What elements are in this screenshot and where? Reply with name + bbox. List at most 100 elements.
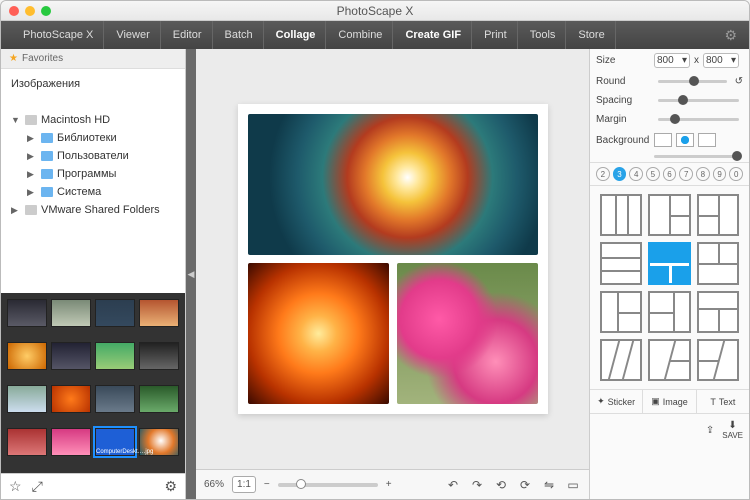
thumbnail[interactable]: [51, 342, 91, 370]
layout-option[interactable]: [600, 339, 642, 381]
layout-option[interactable]: [600, 291, 642, 333]
slider-handle[interactable]: [732, 151, 742, 161]
rotate-right-icon[interactable]: ⟳: [517, 477, 533, 493]
image-button[interactable]: ▣Image: [643, 390, 696, 413]
flip-horizontal-icon[interactable]: ⇋: [541, 477, 557, 493]
collage-canvas[interactable]: [238, 104, 548, 414]
disclosure-right-icon[interactable]: ▶: [27, 187, 37, 198]
tab-photoscapex[interactable]: PhotoScape X: [13, 21, 104, 49]
exit-fullscreen-icon[interactable]: ⤢: [32, 478, 43, 495]
panel-collapse-handle[interactable]: ◀: [186, 49, 196, 499]
minimize-window-button[interactable]: [25, 6, 35, 16]
thumbnail[interactable]: [139, 342, 179, 370]
bg-gradient-swatch[interactable]: [676, 133, 694, 147]
opacity-slider[interactable]: [654, 155, 739, 158]
page-6[interactable]: 6: [663, 167, 677, 181]
collage-cell-1[interactable]: [248, 114, 538, 255]
tab-store[interactable]: Store: [568, 21, 615, 49]
layout-option[interactable]: [648, 291, 690, 333]
tab-collage[interactable]: Collage: [266, 21, 327, 49]
close-window-button[interactable]: [9, 6, 19, 16]
clear-icon[interactable]: ▭: [565, 477, 581, 493]
zoom-1to1-button[interactable]: 1:1: [232, 476, 256, 493]
thumbnail[interactable]: [95, 385, 135, 413]
zoom-window-button[interactable]: [41, 6, 51, 16]
layout-option-selected[interactable]: [648, 242, 690, 284]
tab-viewer[interactable]: Viewer: [106, 21, 160, 49]
tab-tools[interactable]: Tools: [520, 21, 567, 49]
tab-combine[interactable]: Combine: [328, 21, 393, 49]
page-0[interactable]: 0: [729, 167, 743, 181]
page-9[interactable]: 9: [713, 167, 727, 181]
disclosure-right-icon[interactable]: ▶: [27, 151, 37, 162]
page-3[interactable]: 3: [613, 167, 627, 181]
share-icon[interactable]: ⇪: [706, 425, 714, 436]
width-input[interactable]: 800▾: [654, 53, 690, 68]
zoom-slider[interactable]: [278, 483, 378, 487]
bg-color-swatch[interactable]: [654, 133, 672, 147]
gear-icon[interactable]: ⚙: [164, 478, 177, 495]
margin-slider[interactable]: [658, 118, 739, 121]
tree-item-users[interactable]: ▶Пользователи: [5, 147, 181, 165]
page-5[interactable]: 5: [646, 167, 660, 181]
thumbnail-selected[interactable]: ComputerDeskt….jpg: [95, 428, 135, 456]
disclosure-right-icon[interactable]: ▶: [27, 169, 37, 180]
thumbnail[interactable]: [139, 299, 179, 327]
tab-editor[interactable]: Editor: [163, 21, 213, 49]
collage-cell-3[interactable]: [397, 263, 538, 404]
tree-item-programs[interactable]: ▶Программы: [5, 165, 181, 183]
thumbnail[interactable]: [95, 342, 135, 370]
layout-option[interactable]: [697, 194, 739, 236]
rotate-left-icon[interactable]: ⟲: [493, 477, 509, 493]
collage-cell-2[interactable]: [248, 263, 389, 404]
zoom-in-button[interactable]: +: [386, 479, 392, 490]
thumbnail[interactable]: [51, 385, 91, 413]
favorite-star-icon[interactable]: ☆: [9, 478, 22, 495]
thumbnail[interactable]: [7, 342, 47, 370]
zoom-slider-handle[interactable]: [296, 479, 306, 489]
height-input[interactable]: 800▾: [703, 53, 739, 68]
reset-icon[interactable]: ↺: [735, 76, 743, 87]
layout-option[interactable]: [600, 194, 642, 236]
thumbnail[interactable]: [51, 299, 91, 327]
sticker-button[interactable]: ✦Sticker: [590, 390, 643, 413]
thumbnail[interactable]: [7, 428, 47, 456]
layout-option[interactable]: [697, 242, 739, 284]
tree-macintosh-hd[interactable]: ▼ Macintosh HD: [5, 111, 181, 129]
text-button[interactable]: TText: [697, 390, 749, 413]
bg-pattern-swatch[interactable]: [698, 133, 716, 147]
tab-batch[interactable]: Batch: [215, 21, 264, 49]
redo-icon[interactable]: ↷: [469, 477, 485, 493]
save-button[interactable]: ⬇ SAVE: [722, 420, 743, 440]
slider-handle[interactable]: [670, 114, 680, 124]
slider-handle[interactable]: [678, 95, 688, 105]
thumbnail[interactable]: [7, 299, 47, 327]
thumbnail[interactable]: [95, 299, 135, 327]
page-4[interactable]: 4: [629, 167, 643, 181]
disclosure-down-icon[interactable]: ▼: [11, 115, 21, 125]
disclosure-right-icon[interactable]: ▶: [11, 205, 21, 216]
disclosure-right-icon[interactable]: ▶: [27, 133, 37, 144]
layout-option[interactable]: [648, 194, 690, 236]
settings-gear-icon[interactable]: ⚙: [724, 27, 737, 44]
page-2[interactable]: 2: [596, 167, 610, 181]
thumbnail[interactable]: [51, 428, 91, 456]
spacing-slider[interactable]: [658, 99, 739, 102]
page-7[interactable]: 7: [679, 167, 693, 181]
favorites-header[interactable]: ★ Favorites: [1, 49, 185, 69]
round-slider[interactable]: [658, 80, 727, 83]
page-8[interactable]: 8: [696, 167, 710, 181]
canvas-viewport[interactable]: [196, 49, 589, 469]
tree-vmware[interactable]: ▶ VMware Shared Folders: [5, 201, 181, 219]
zoom-out-button[interactable]: −: [264, 479, 270, 490]
tab-creategif[interactable]: Create GIF: [395, 21, 472, 49]
tab-print[interactable]: Print: [474, 21, 518, 49]
zoom-percent[interactable]: 66%: [204, 479, 224, 490]
slider-handle[interactable]: [689, 76, 699, 86]
thumbnail[interactable]: [139, 385, 179, 413]
tree-item-system[interactable]: ▶Система: [5, 183, 181, 201]
layout-option[interactable]: [648, 339, 690, 381]
layout-option[interactable]: [600, 242, 642, 284]
undo-icon[interactable]: ↶: [445, 477, 461, 493]
layout-option[interactable]: [697, 339, 739, 381]
